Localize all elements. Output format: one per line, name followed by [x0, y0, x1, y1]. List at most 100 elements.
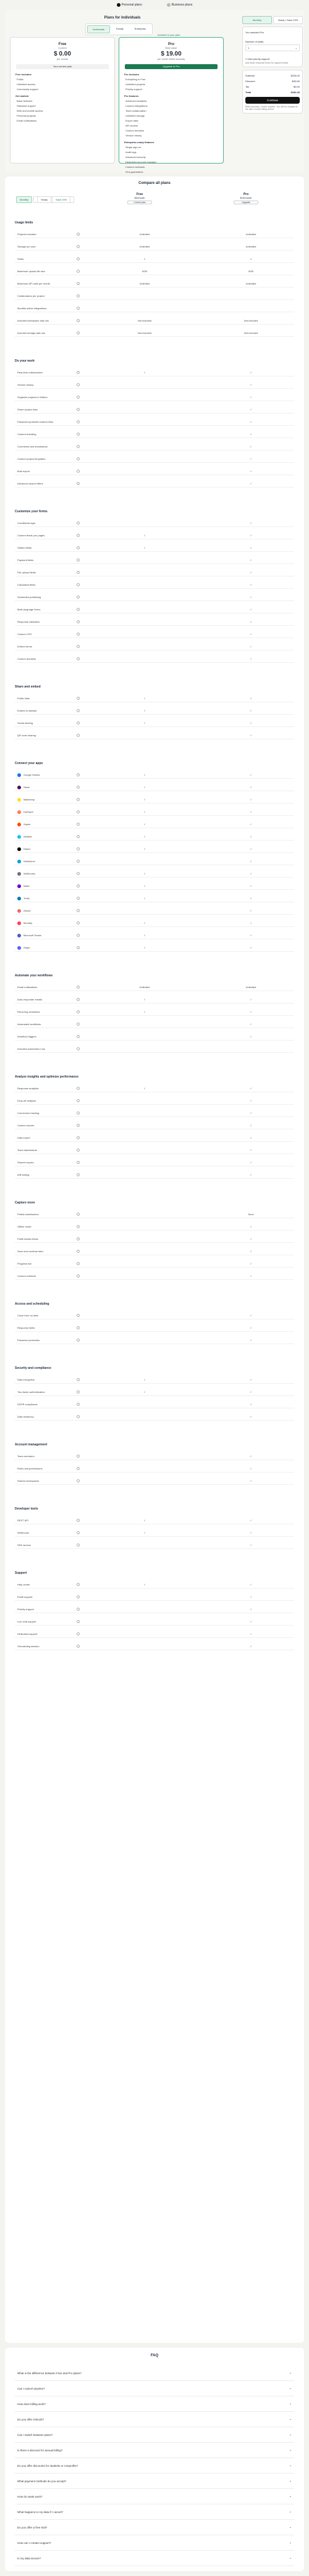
info-icon[interactable] [77, 433, 80, 436]
info-icon[interactable] [77, 1645, 80, 1648]
info-icon[interactable] [77, 645, 80, 648]
info-icon[interactable] [77, 810, 80, 813]
info-icon[interactable] [77, 571, 80, 574]
info-icon[interactable] [77, 1111, 80, 1115]
compare-monthly[interactable]: Monthly [16, 196, 33, 203]
info-icon[interactable] [77, 697, 80, 700]
info-icon[interactable] [77, 934, 80, 937]
info-icon[interactable] [77, 408, 80, 411]
info-icon[interactable] [77, 1213, 80, 1216]
info-icon[interactable] [77, 1390, 80, 1394]
info-icon[interactable] [77, 1225, 80, 1228]
info-icon[interactable] [77, 721, 80, 725]
info-icon[interactable] [77, 307, 80, 310]
info-icon[interactable] [77, 734, 80, 737]
info-icon[interactable] [77, 608, 80, 611]
info-icon[interactable] [77, 1403, 80, 1406]
monthly-option[interactable]: Monthly [242, 16, 272, 24]
info-icon[interactable] [77, 786, 80, 789]
info-icon[interactable] [77, 1161, 80, 1164]
info-icon[interactable] [77, 884, 80, 887]
info-icon[interactable] [77, 371, 80, 374]
info-icon[interactable] [77, 986, 80, 989]
seats-input[interactable]: 1 [248, 46, 249, 49]
info-icon[interactable] [77, 282, 80, 285]
faq-item[interactable]: How does billing work? ⌄ [15, 2397, 294, 2412]
info-icon[interactable] [77, 1087, 80, 1090]
info-icon[interactable] [77, 909, 80, 912]
info-icon[interactable] [77, 383, 80, 386]
info-icon[interactable] [77, 823, 80, 826]
upgrade-pro-button[interactable]: Upgrade to Pro [125, 64, 218, 69]
info-icon[interactable] [77, 1455, 80, 1458]
info-icon[interactable] [77, 245, 80, 248]
info-icon[interactable] [77, 620, 80, 623]
yearly-option[interactable]: Yearly • Save 20% [273, 16, 303, 24]
tab-individuals[interactable]: Individuals [87, 25, 110, 33]
info-icon[interactable] [77, 1339, 80, 1342]
info-icon[interactable] [77, 835, 80, 838]
faq-item[interactable]: Is my data secure? ⌄ [15, 2551, 294, 2566]
info-icon[interactable] [77, 709, 80, 712]
info-icon[interactable] [77, 1620, 80, 1623]
info-icon[interactable] [77, 798, 80, 801]
info-icon[interactable] [77, 1314, 80, 1317]
info-icon[interactable] [77, 1250, 80, 1253]
info-icon[interactable] [77, 1149, 80, 1152]
info-icon[interactable] [77, 1467, 80, 1470]
info-icon[interactable] [77, 270, 80, 273]
col-pro-button[interactable]: Upgrade [234, 201, 258, 204]
faq-item[interactable]: Do you offer discounts for students or n… [15, 2459, 294, 2474]
info-icon[interactable] [77, 233, 80, 236]
info-icon[interactable] [77, 1237, 80, 1240]
info-icon[interactable] [77, 445, 80, 448]
info-icon[interactable] [77, 420, 80, 423]
info-icon[interactable] [77, 1124, 80, 1127]
info-icon[interactable] [77, 773, 80, 776]
info-icon[interactable] [77, 921, 80, 924]
col-free-button[interactable]: Current plan [127, 201, 152, 204]
faq-item[interactable]: Can I switch between plans? ⌄ [15, 2428, 294, 2443]
personal-plans-link[interactable]: Personal plans [116, 3, 142, 7]
continue-button[interactable]: Continue [245, 97, 300, 104]
info-icon[interactable] [77, 1519, 80, 1522]
info-icon[interactable] [77, 1479, 80, 1482]
info-icon[interactable] [77, 534, 80, 537]
info-icon[interactable] [77, 1262, 80, 1265]
info-icon[interactable] [77, 897, 80, 900]
info-icon[interactable] [77, 1023, 80, 1026]
info-icon[interactable] [77, 1035, 80, 1038]
info-icon[interactable] [77, 1544, 80, 1547]
faq-item[interactable]: What is the difference between Free and … [15, 2366, 294, 2381]
info-icon[interactable] [77, 457, 80, 460]
info-icon[interactable] [77, 1326, 80, 1329]
faq-item[interactable]: Do you offer a free trial? ⌄ [15, 2520, 294, 2535]
faq-item[interactable]: What happens to my data if I cancel? ⌄ [15, 2505, 294, 2520]
info-icon[interactable] [77, 1136, 80, 1139]
info-icon[interactable] [77, 546, 80, 549]
info-icon[interactable] [77, 1274, 80, 1278]
info-icon[interactable] [77, 633, 80, 636]
info-icon[interactable] [77, 1099, 80, 1102]
info-icon[interactable] [77, 470, 80, 473]
info-icon[interactable] [77, 872, 80, 875]
faq-item[interactable]: Do you offer refunds? ⌄ [15, 2412, 294, 2427]
faq-item[interactable]: What payment methods do you accept? ⌄ [15, 2474, 294, 2489]
info-icon[interactable] [77, 657, 80, 660]
addon-checkbox[interactable]: ☐ Add priority support [245, 57, 269, 60]
info-icon[interactable] [77, 1173, 80, 1176]
faq-item[interactable]: Can I cancel anytime? ⌄ [15, 2382, 294, 2396]
faq-item[interactable]: How can I contact support? ⌄ [15, 2536, 294, 2551]
info-icon[interactable] [77, 583, 80, 586]
tab-enterprise[interactable]: Enterprise [130, 25, 151, 33]
info-icon[interactable] [77, 257, 80, 260]
info-icon[interactable] [77, 998, 80, 1001]
info-icon[interactable] [77, 294, 80, 297]
info-icon[interactable] [77, 596, 80, 599]
info-icon[interactable] [77, 1010, 80, 1013]
info-icon[interactable] [77, 331, 80, 334]
info-icon[interactable] [77, 946, 80, 949]
faq-item[interactable]: Is there a discount for annual billing? ⌄ [15, 2443, 294, 2458]
info-icon[interactable] [77, 1378, 80, 1381]
info-icon[interactable] [77, 396, 80, 399]
